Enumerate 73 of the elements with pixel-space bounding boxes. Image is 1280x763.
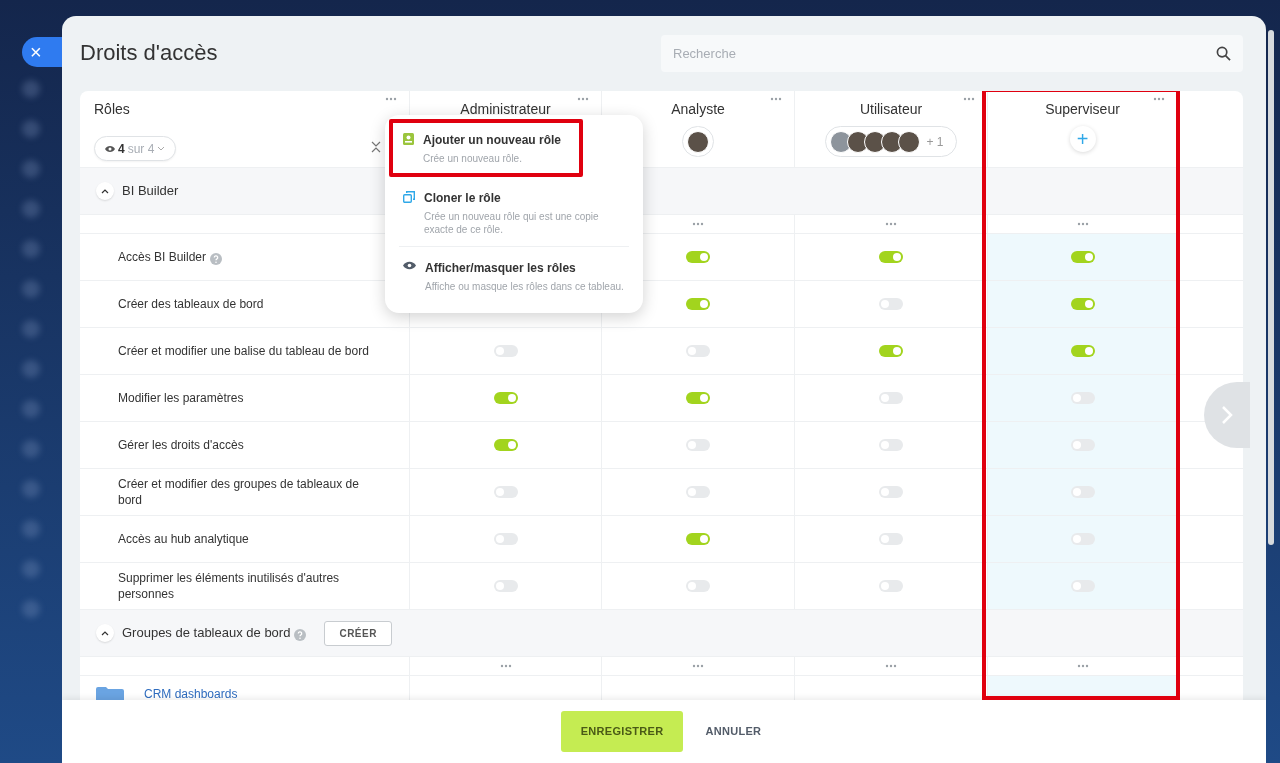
cancel-button[interactable]: ANNULER — [699, 722, 768, 741]
folder-link[interactable]: CRM dashboards — [144, 685, 238, 700]
role-name: Superviseur — [1045, 100, 1120, 119]
create-button[interactable]: CRÉER — [324, 620, 392, 646]
toggle-switch[interactable] — [686, 298, 710, 310]
menu-item-title: Ajouter un nouveau rôle — [423, 132, 561, 149]
section-title: Groupes de tableaux de bord — [122, 623, 307, 643]
permission-label: Accès BI Builder — [118, 249, 223, 265]
avatar — [898, 130, 921, 153]
collapse-button[interactable] — [96, 182, 114, 200]
caret-icon — [157, 146, 166, 151]
toggle-switch[interactable] — [686, 392, 710, 404]
menu-item[interactable]: Cloner le rôle Crée un nouveau rôle qui est une copie exacte de ce rôle. — [399, 177, 629, 247]
more-options-icon[interactable] — [1153, 97, 1165, 101]
more-options-icon[interactable] — [1076, 664, 1089, 668]
save-button[interactable]: ENREGISTRER — [560, 711, 684, 752]
menu-item-title: Afficher/masquer les rôles — [425, 260, 577, 277]
help-icon — [294, 628, 307, 641]
chevron-icon — [101, 188, 109, 194]
eye-icon — [105, 144, 115, 153]
toggle-switch[interactable] — [493, 392, 518, 404]
menu-item-description: Crée un nouveau rôle. — [423, 152, 523, 165]
menu-item[interactable]: Afficher/masquer les rôles Affiche ou masque les rôles dans ce tableau. — [399, 247, 629, 303]
member-count: + 1 — [925, 133, 945, 151]
chevron-right-icon — [1221, 405, 1233, 425]
toggle-switch[interactable] — [493, 439, 518, 451]
search-field[interactable]: Recherche — [661, 35, 1243, 72]
permission-label: Modifier les paramètres — [118, 390, 244, 406]
scrollbar[interactable] — [1268, 30, 1274, 545]
more-options-icon[interactable] — [1076, 222, 1089, 226]
chevron-icon — [101, 630, 109, 636]
permission-label: Accès au hub analytique — [118, 531, 249, 547]
collapse-icon[interactable] — [371, 141, 381, 153]
eye-icon — [403, 261, 416, 270]
role-name: Analyste — [671, 100, 725, 119]
toggle-switch[interactable] — [1070, 298, 1095, 310]
book-icon — [403, 133, 414, 145]
permission-label: Créer et modifier une balise du tableau de bord — [118, 343, 369, 359]
role-name: Utilisateur — [859, 100, 923, 119]
role-filter-button[interactable]: 4 sur 4 — [94, 136, 177, 161]
toggle-switch[interactable] — [1070, 345, 1095, 357]
section-title: BI Builder — [122, 182, 179, 201]
more-options-icon[interactable] — [885, 222, 897, 226]
avatar — [687, 130, 709, 153]
column-header: Rôles — [94, 100, 130, 119]
permission-label: Gérer les droits d'accès — [118, 437, 244, 453]
more-options-icon[interactable] — [692, 664, 704, 668]
page-title: Droits d'accès — [80, 40, 218, 67]
search-icon — [1216, 46, 1231, 61]
toggle-switch[interactable] — [879, 251, 903, 263]
more-options-icon[interactable] — [770, 97, 782, 101]
toggle-switch[interactable] — [686, 533, 710, 545]
menu-item-description: Affiche ou masque les rôles dans ce tableau. — [425, 280, 624, 293]
help-icon — [210, 252, 223, 265]
folder-icon — [96, 687, 124, 700]
menu-item-title: Cloner le rôle — [424, 190, 502, 207]
permission-label: Supprimer les éléments inutilisés d'autres personnes — [118, 570, 341, 602]
more-options-icon[interactable] — [577, 97, 589, 101]
menu-item-description: Crée un nouveau rôle qui est une copie exacte de ce rôle. — [424, 210, 600, 236]
more-options-icon[interactable] — [885, 664, 897, 668]
toggle-switch[interactable] — [879, 345, 903, 357]
toggle-switch[interactable] — [1070, 251, 1095, 263]
more-options-icon[interactable] — [499, 664, 512, 668]
menu-item[interactable]: Ajouter un nouveau rôle Crée un nouveau rôle. — [389, 119, 583, 177]
collapse-button[interactable] — [96, 624, 114, 642]
more-options-icon[interactable] — [692, 222, 704, 226]
copy-icon — [403, 191, 415, 203]
more-options-icon[interactable] — [963, 97, 975, 101]
toggle-switch[interactable] — [686, 251, 710, 263]
permission-label: Créer et modifier des groupes de tableaux de bord — [118, 476, 360, 508]
permission-label: Créer des tableaux de bord — [118, 296, 264, 312]
role-name: Administrateur — [460, 100, 551, 119]
more-options-icon[interactable] — [385, 97, 397, 101]
